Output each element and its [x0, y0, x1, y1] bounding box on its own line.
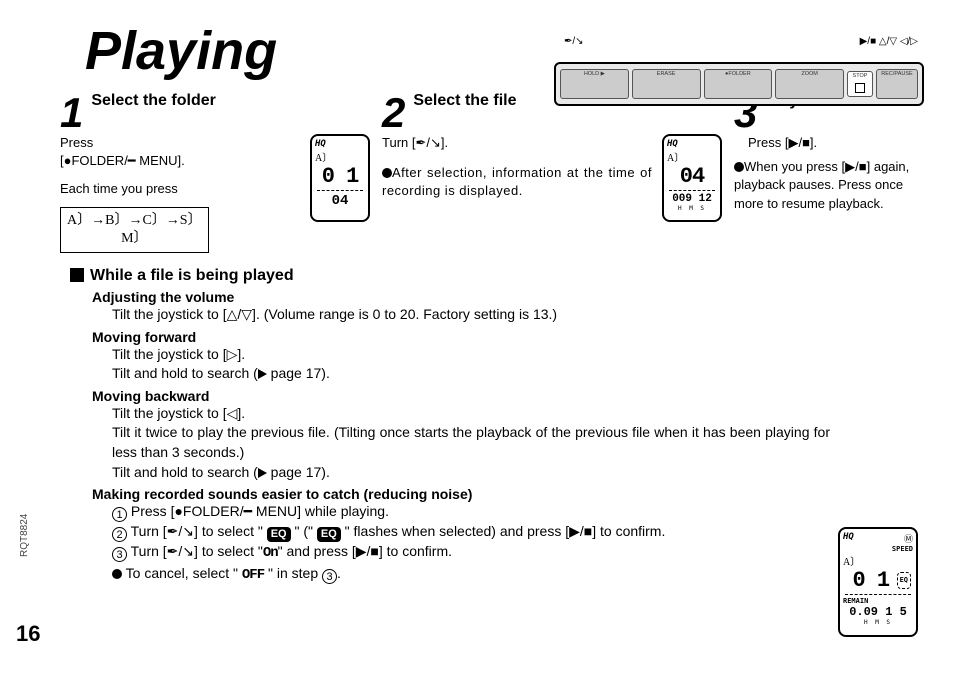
folder-sequence-box: A〕→B〕→C〕→S〕 M〕 [60, 207, 209, 253]
circled-3-icon: 3 [322, 569, 337, 584]
folder-seq-line1: A〕→B〕→C〕→S〕 [67, 213, 202, 228]
bullet-icon [112, 569, 122, 579]
folder-seq-line2: M〕 [67, 230, 202, 248]
noise-step-3: 3 Turn [✒/↘] to select "On" and press [▶… [112, 542, 860, 564]
moving-forward-body1: Tilt the joystick to [▷]. [112, 345, 860, 365]
moving-backward-body2: Tilt it twice to play the previous file.… [112, 423, 860, 462]
device-btn-zoom: ZOOM [775, 69, 844, 99]
noise-step-1: 1 Press [●FOLDER/━ MENU] while playing. [112, 502, 860, 522]
moving-backward-title: Moving backward [92, 388, 860, 404]
seg-off: OFF [242, 566, 264, 586]
eq-chip-icon: EQ [317, 527, 341, 542]
device-body: HOLD ▶ ERASE ●FOLDER ZOOM STOP REC/PAUSE [554, 62, 924, 106]
step-1-lcd: HQ A〕 0 1 04 [310, 134, 370, 222]
noise-step-2: 2 Turn [✒/↘] to select " EQ " (" EQ " fl… [112, 522, 860, 542]
square-bullet-icon [70, 268, 84, 282]
arrow-right-icon [258, 369, 267, 379]
step-2-body: Turn [✒/↘]. [382, 134, 652, 152]
device-btn-stop: STOP [847, 71, 873, 97]
noise-cancel: To cancel, select " OFF " in step 3. [112, 564, 860, 586]
step-1-title: Select the folder [91, 92, 370, 110]
m-icon: Ⓜ [904, 532, 913, 545]
device-top-labels: ✒/↘ ▶/■ △/▽ ◁/▷ [554, 36, 924, 47]
step-1-body: Press [●FOLDER/━ MENU]. [60, 134, 300, 170]
step-2-bullet: After selection, information at the time… [382, 164, 652, 200]
section-header: While a file is being played [70, 267, 860, 285]
device-btn-recpause: REC/PAUSE [876, 69, 918, 99]
device-left-label: ✒/↘ [564, 36, 584, 47]
device-right-label: ▶/■ △/▽ ◁/▷ [860, 36, 918, 47]
remain-lcd: HQ Ⓜ SPEED A〕 0 1 EQ REMAIN 0.09 1 5 H M… [838, 527, 918, 637]
steps-row: 1 Select the folder Press [●FOLDER/━ MEN… [60, 92, 924, 253]
step-3: 3 Play Press [▶/■]. When you press [▶/■]… [734, 92, 914, 253]
seg-on: On [263, 544, 278, 564]
moving-backward-body3: Tilt and hold to search ( page 17). [112, 463, 860, 483]
circled-1-icon: 1 [112, 507, 127, 522]
step-1-body2: Each time you press [60, 180, 300, 198]
circled-3-icon: 3 [112, 547, 127, 562]
remain-label: REMAIN [843, 597, 913, 605]
circled-2-icon: 2 [112, 527, 127, 542]
device-btn-folder: ●FOLDER [704, 69, 773, 99]
step-2-number: 2 [382, 92, 405, 134]
step-3-body: Press [▶/■]. [748, 134, 914, 152]
step-2-lcd: HQ A〕 04 009 12 H M S [662, 134, 722, 222]
while-playing-section: While a file is being played Adjusting t… [70, 267, 860, 585]
eq-chip-icon: EQ [267, 527, 291, 542]
moving-backward-body1: Tilt the joystick to [◁]. [112, 404, 860, 424]
moving-forward-body2: Tilt and hold to search ( page 17). [112, 364, 860, 384]
step-3-bullet: When you press [▶/■] again, playback pau… [734, 158, 914, 213]
reducing-noise-title: Making recorded sounds easier to catch (… [92, 486, 860, 502]
moving-forward-title: Moving forward [92, 329, 860, 345]
eq-chip-icon: EQ [897, 572, 911, 589]
bullet-icon [382, 168, 392, 178]
page-number: 16 [16, 621, 40, 647]
bullet-icon [734, 162, 744, 172]
manual-page: Playing ✒/↘ ▶/■ △/▽ ◁/▷ HOLD ▶ ERASE ●FO… [0, 0, 954, 677]
adjusting-volume-title: Adjusting the volume [92, 289, 860, 305]
device-illustration: ✒/↘ ▶/■ △/▽ ◁/▷ HOLD ▶ ERASE ●FOLDER ZOO… [554, 36, 924, 106]
step-2: 2 Select the file Turn [✒/↘]. After sele… [382, 92, 722, 253]
device-btn-erase: ERASE [632, 69, 701, 99]
step-1: 1 Select the folder Press [●FOLDER/━ MEN… [60, 92, 370, 253]
arrow-right-icon [258, 468, 267, 478]
adjusting-volume-body: Tilt the joystick to [△/▽]. (Volume rang… [112, 305, 860, 325]
page-code: RQT8824 [19, 514, 30, 557]
speed-label: SPEED [843, 545, 913, 553]
step-1-number: 1 [60, 92, 83, 134]
device-btn-hold: HOLD ▶ [560, 69, 629, 99]
